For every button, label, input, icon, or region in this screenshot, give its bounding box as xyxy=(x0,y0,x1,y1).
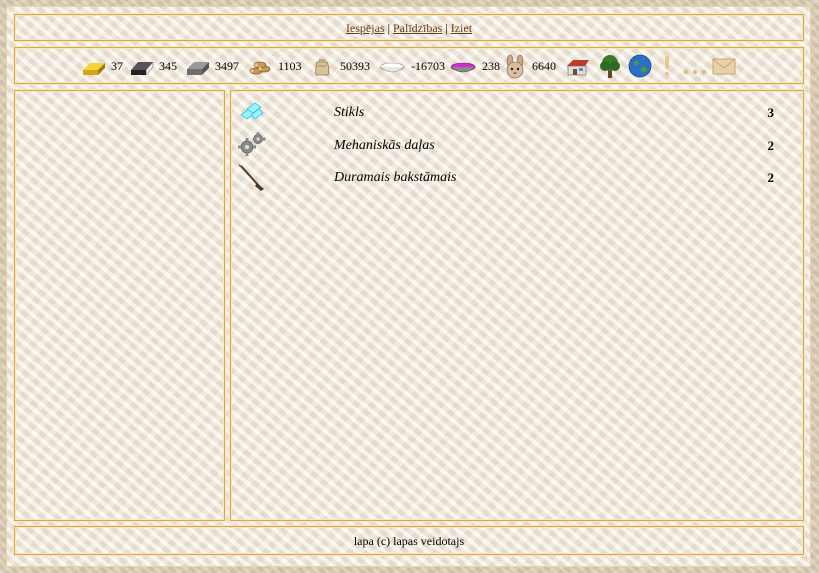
nav-separator: | xyxy=(387,21,390,35)
resource-gold-value: 37 xyxy=(111,59,123,73)
inventory-panel: Stikls 3 Mehaniskās daļas 2 Duramais bak… xyxy=(230,90,804,521)
resource-dye-value: 238 xyxy=(482,59,500,73)
stone-block-icon xyxy=(185,57,211,77)
resource-stone: 3497 xyxy=(185,48,239,85)
mail-icon[interactable] xyxy=(712,58,736,80)
rabbit-icon xyxy=(502,54,528,80)
resource-population: 6640 xyxy=(502,48,556,85)
grain-sack-icon xyxy=(310,56,336,78)
resource-wood-value: 1103 xyxy=(278,59,302,73)
resource-grain: 50393 xyxy=(310,48,370,85)
item-count: 2 xyxy=(767,170,775,185)
footer-text: lapa (c) lapas veidotajs xyxy=(353,534,465,548)
resource-grain-value: 50393 xyxy=(340,59,370,73)
top-navigation: Iespējas | Palīdzības | Iziet xyxy=(14,14,804,41)
resource-bar: 37 345 3497 1103 50393 -16703 238 6640 xyxy=(14,47,804,84)
resource-iron: 345 xyxy=(129,48,177,85)
exclamation-icon[interactable] xyxy=(661,54,673,82)
item-name: Stikls xyxy=(334,105,365,120)
list-item: Duramais bakstāmais 2 xyxy=(231,164,803,192)
gold-bar-icon xyxy=(81,57,107,77)
item-count: 2 xyxy=(767,138,775,153)
item-name: Mehaniskās daļas xyxy=(334,138,435,153)
glass-icon xyxy=(237,99,265,127)
nav-link-logout[interactable]: Iziet xyxy=(451,21,472,35)
item-count: 3 xyxy=(767,105,775,120)
resource-dye: 238 xyxy=(448,48,500,85)
globe-icon[interactable] xyxy=(627,53,653,83)
tree-icon[interactable] xyxy=(596,52,624,84)
footer: lapa (c) lapas veidotajs xyxy=(14,526,804,555)
resource-salt: -16703 xyxy=(377,48,445,85)
spear-icon xyxy=(237,164,267,196)
ellipsis-icon[interactable] xyxy=(683,66,707,81)
resource-stone-value: 3497 xyxy=(215,59,239,73)
list-item: Mehaniskās daļas 2 xyxy=(231,132,803,160)
iron-ingot-icon xyxy=(129,57,155,77)
house-icon[interactable] xyxy=(565,57,591,81)
list-item: Stikls 3 xyxy=(231,99,803,127)
dye-bowl-icon xyxy=(448,57,478,77)
page-frame: Iespējas | Palīdzības | Iziet 37 345 349… xyxy=(6,6,811,567)
gears-icon xyxy=(237,132,267,162)
item-name: Duramais bakstāmais xyxy=(334,170,457,185)
salt-bowl-icon xyxy=(377,57,407,77)
resource-population-value: 6640 xyxy=(532,59,556,73)
resource-wood: 1103 xyxy=(248,48,302,85)
resource-iron-value: 345 xyxy=(159,59,177,73)
resource-salt-value: -16703 xyxy=(411,59,445,73)
wood-logs-icon xyxy=(248,57,274,77)
sidebar xyxy=(14,90,225,521)
nav-link-options[interactable]: Iespējas xyxy=(346,21,385,35)
resource-gold: 37 xyxy=(81,48,123,85)
nav-separator: | xyxy=(445,21,448,35)
nav-link-help[interactable]: Palīdzības xyxy=(393,21,442,35)
